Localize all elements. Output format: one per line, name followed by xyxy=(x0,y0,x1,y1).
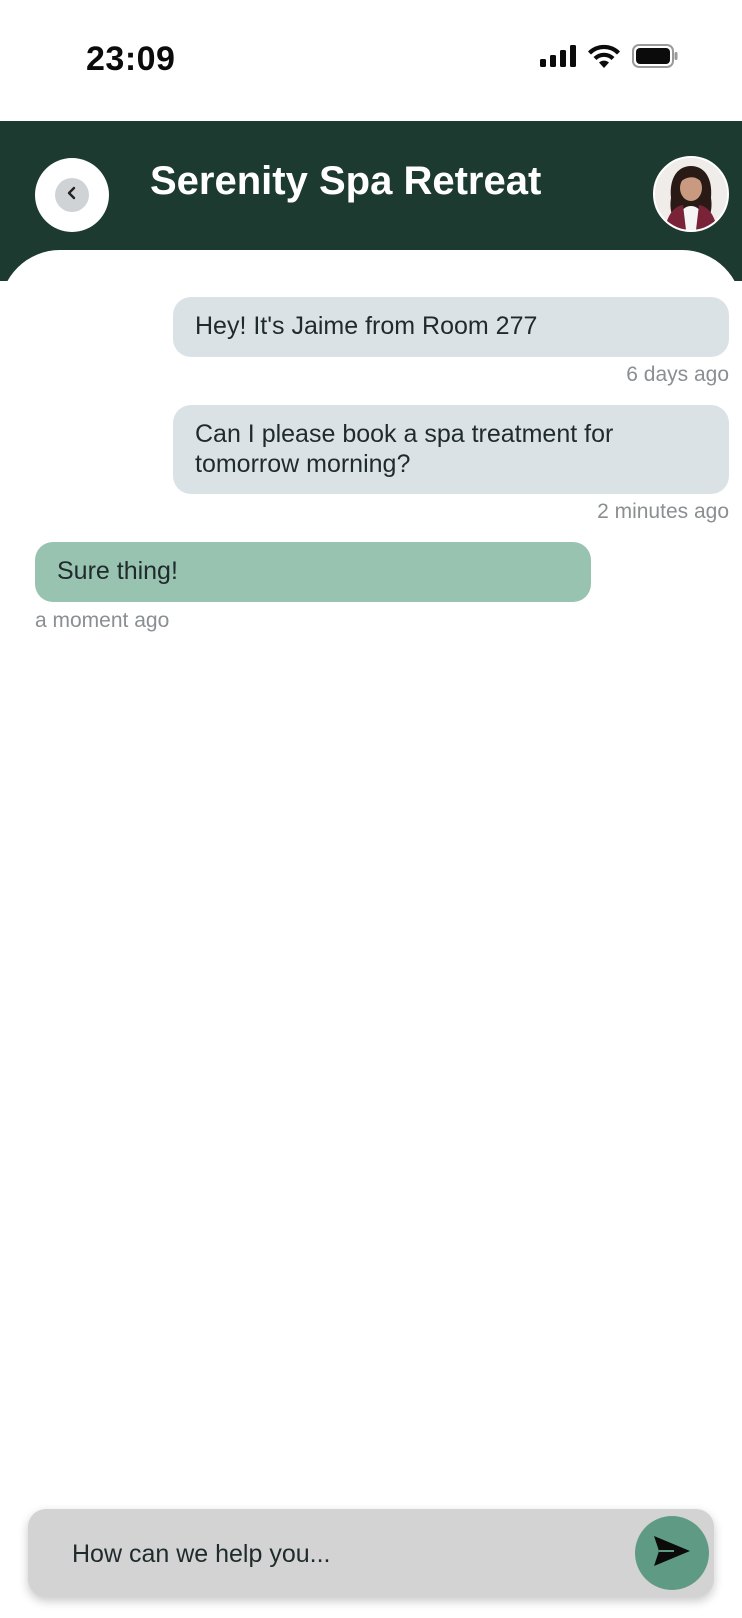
chevron-left-icon xyxy=(64,185,80,206)
back-button-circle xyxy=(55,178,89,212)
send-icon xyxy=(652,1534,692,1573)
chat-thread[interactable]: Hey! It's Jaime from Room 277 6 days ago… xyxy=(0,250,742,1618)
battery-icon xyxy=(632,44,678,73)
outgoing-message: Hey! It's Jaime from Room 277 xyxy=(173,297,729,357)
message-timestamp: a moment ago xyxy=(35,609,170,632)
avatar-image xyxy=(655,158,727,230)
message-text: Can I please book a spa treatment for to… xyxy=(195,420,614,478)
status-time: 23:09 xyxy=(86,40,176,78)
incoming-message: Sure thing! xyxy=(35,542,591,602)
status-icons xyxy=(540,44,678,73)
message-timestamp: 2 minutes ago xyxy=(597,500,729,523)
message-input[interactable] xyxy=(70,1533,634,1575)
send-button[interactable] xyxy=(635,1516,709,1590)
outgoing-message: Can I please book a spa treatment for to… xyxy=(173,405,729,494)
header-title: Serenity Spa Retreat xyxy=(150,159,542,203)
message-timestamp: 6 days ago xyxy=(626,363,729,386)
message-text: Sure thing! xyxy=(57,557,178,585)
wifi-icon xyxy=(588,44,620,73)
status-bar: 23:09 xyxy=(0,0,742,121)
back-button[interactable] xyxy=(35,158,109,232)
cellular-signal-icon xyxy=(540,45,576,72)
staff-avatar[interactable] xyxy=(653,156,729,232)
message-text: Hey! It's Jaime from Room 277 xyxy=(195,312,538,340)
message-composer xyxy=(28,1509,714,1597)
